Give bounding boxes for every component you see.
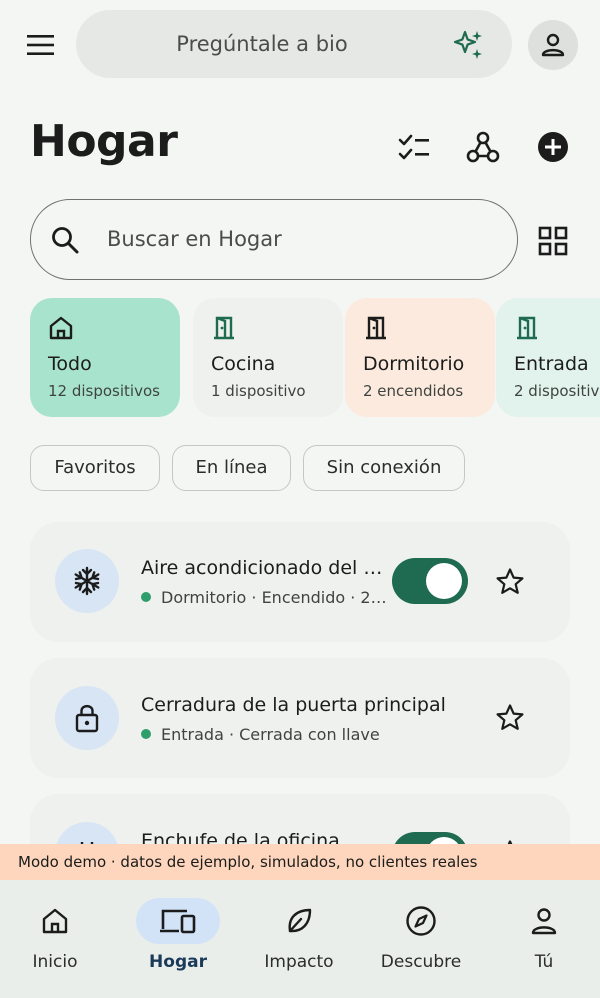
- grid-view-button[interactable]: [532, 220, 574, 262]
- device-card[interactable]: Aire acondicionado del dormitorio Dormit…: [30, 522, 570, 642]
- menu-button[interactable]: [20, 24, 62, 66]
- room-card-todo[interactable]: Todo 12 dispositivos: [30, 298, 180, 417]
- person-icon: [531, 908, 557, 935]
- device-name: Cerradura de la puerta principal: [141, 694, 446, 716]
- home-icon: [49, 316, 73, 340]
- search-icon: [52, 227, 79, 254]
- online-dot: [141, 729, 151, 739]
- door-icon: [366, 316, 386, 340]
- room-name: Todo: [48, 353, 92, 375]
- door-icon: [517, 316, 537, 340]
- filter-chip-favoritos[interactable]: Favoritos: [30, 445, 160, 491]
- star-icon: [496, 568, 524, 594]
- device-icon: [55, 686, 119, 750]
- nav-item-tu[interactable]: Tú: [485, 880, 600, 980]
- assistant-placeholder: Pregúntale a bio: [176, 32, 348, 56]
- nav-item-hogar[interactable]: Hogar: [119, 880, 239, 980]
- bottom-navigation: Inicio Hogar Impacto Descubre Tú: [0, 880, 600, 998]
- door-icon: [214, 316, 234, 340]
- room-subtitle: 2 dispositivos: [514, 382, 600, 400]
- filter-chip-en-linea[interactable]: En línea: [172, 445, 291, 491]
- nav-label: Descubre: [380, 952, 462, 972]
- device-power-toggle[interactable]: [392, 558, 468, 604]
- leaf-icon: [288, 908, 312, 933]
- room-name: Entrada: [514, 353, 589, 375]
- device-card[interactable]: Cerradura de la puerta principal Entrada…: [30, 658, 570, 778]
- toggle-knob: [426, 563, 462, 599]
- nav-label: Tú: [534, 952, 554, 972]
- nav-indicator: [502, 898, 586, 944]
- nav-label: Impacto: [264, 952, 334, 972]
- favorite-button[interactable]: [492, 564, 528, 600]
- room-card-cocina[interactable]: Cocina 1 dispositivo: [193, 298, 343, 417]
- select-devices-button[interactable]: [393, 126, 435, 168]
- menu-icon: [27, 35, 54, 55]
- top-bar: Pregúntale a bio: [0, 0, 600, 90]
- device-name: Aire acondicionado del dormitorio: [141, 557, 391, 579]
- device-status: Dormitorio · Encendido · 24 °C: [141, 588, 391, 607]
- room-subtitle: 2 encendidos: [363, 382, 464, 400]
- devices-icon: [160, 909, 196, 934]
- demo-banner: Modo demo · datos de ejemplo, simulados,…: [0, 844, 600, 880]
- account-button[interactable]: [528, 20, 578, 70]
- add-device-button[interactable]: [532, 126, 574, 168]
- favorite-button[interactable]: [492, 700, 528, 736]
- device-icon: [55, 549, 119, 613]
- nav-item-impacto[interactable]: Impacto: [240, 880, 360, 980]
- device-status-text: Entrada · Cerrada con llave: [161, 725, 380, 744]
- automations-button[interactable]: [462, 126, 504, 168]
- room-card-dormitorio[interactable]: Dormitorio 2 encendidos: [345, 298, 495, 417]
- nav-label: Hogar: [149, 952, 207, 972]
- nav-label: Inicio: [32, 952, 78, 972]
- grid-icon: [538, 226, 568, 256]
- room-subtitle: 12 dispositivos: [48, 382, 160, 400]
- page-title: Hogar: [30, 116, 178, 167]
- room-subtitle: 1 dispositivo: [211, 382, 306, 400]
- device-status-text: Dormitorio · Encendido · 24 °C: [161, 588, 391, 607]
- search-input[interactable]: Buscar en Hogar: [30, 199, 518, 280]
- room-name: Cocina: [211, 353, 276, 375]
- assistant-prompt[interactable]: Pregúntale a bio: [76, 10, 512, 78]
- lock-icon: [75, 704, 99, 733]
- nav-indicator: [379, 898, 463, 944]
- filter-chip-sin-conexion[interactable]: Sin conexión: [303, 445, 465, 491]
- checklist-icon: [398, 134, 429, 160]
- nav-indicator: [257, 898, 341, 944]
- person-icon: [541, 33, 565, 57]
- nav-item-descubre[interactable]: Descubre: [362, 880, 482, 980]
- add-circle-icon: [538, 132, 568, 162]
- device-status: Entrada · Cerrada con llave: [141, 725, 471, 744]
- search-placeholder: Buscar en Hogar: [107, 227, 282, 251]
- star-icon: [496, 704, 524, 730]
- hub-icon: [466, 131, 500, 163]
- home-icon: [42, 908, 68, 934]
- online-dot: [141, 592, 151, 602]
- compass-icon: [406, 906, 436, 936]
- nav-indicator: [13, 898, 97, 944]
- room-card-entrada[interactable]: Entrada 2 dispositivos: [496, 298, 600, 417]
- sparkle-icon: [453, 30, 482, 59]
- nav-item-inicio[interactable]: Inicio: [0, 880, 116, 980]
- room-name: Dormitorio: [363, 353, 465, 375]
- nav-indicator: [136, 898, 220, 944]
- snowflake-icon: [74, 566, 100, 596]
